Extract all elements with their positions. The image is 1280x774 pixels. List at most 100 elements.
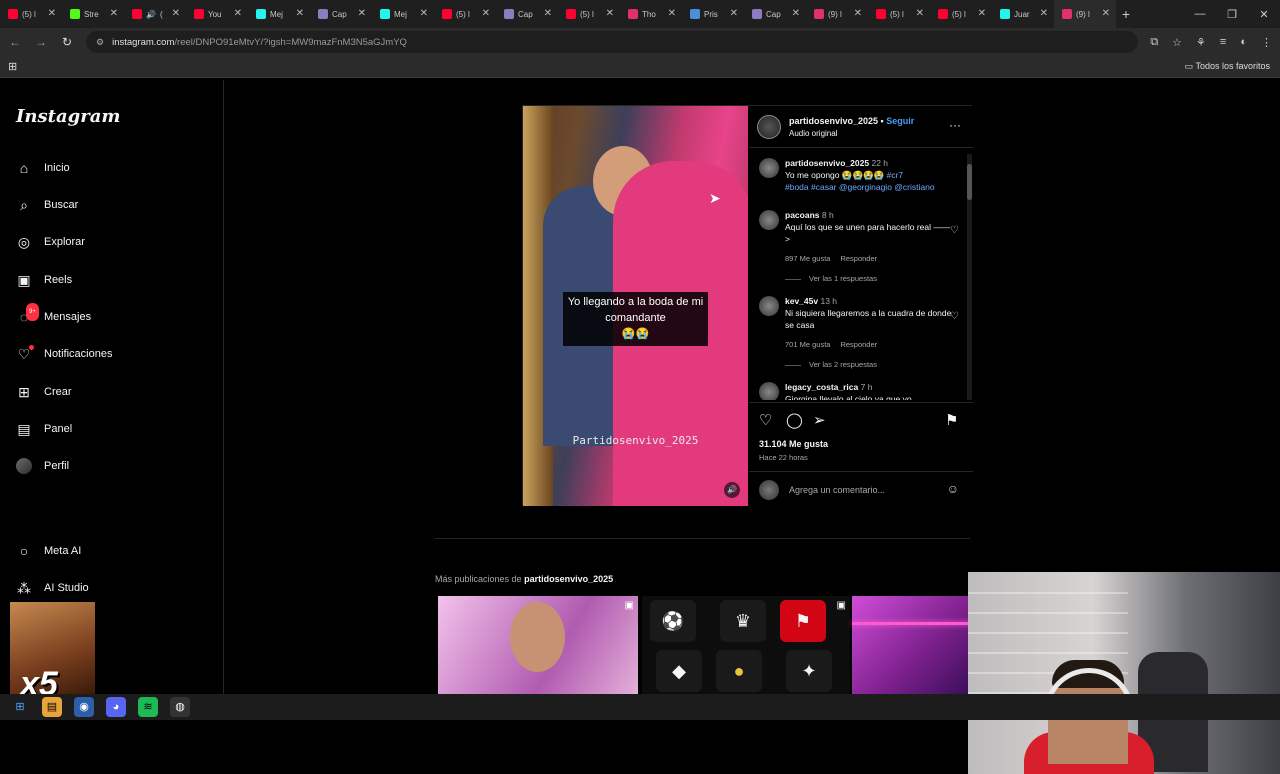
reply-button[interactable]: Responder	[840, 254, 877, 263]
nav-item-explorar[interactable]: ◎ Explorar	[16, 230, 85, 254]
audio-label[interactable]: Audio original	[789, 129, 837, 138]
browser-tab[interactable]: Stre ✕	[62, 0, 124, 28]
close-tab-icon[interactable]: ✕	[606, 8, 614, 19]
more-options-icon[interactable]: ···	[949, 118, 961, 132]
comments-scrollbar[interactable]	[967, 154, 972, 400]
likes-count[interactable]: 31.104 Me gusta	[759, 439, 828, 449]
reel-video[interactable]: Yo llegando a la boda de mi comandante 😭…	[523, 106, 748, 506]
nav-item-buscar[interactable]: ⌕ Buscar	[16, 193, 78, 217]
new-tab-button[interactable]: +	[1116, 6, 1136, 22]
browser-tab[interactable]: (5) l ✕	[868, 0, 930, 28]
nav-item-mensajes[interactable]: ◌ 9+ Mensajes	[16, 303, 91, 329]
menu-icon[interactable]: ⋮	[1261, 36, 1272, 49]
minimize-button[interactable]: —	[1184, 8, 1216, 21]
avatar[interactable]	[759, 158, 779, 178]
site-info-icon[interactable]: ⚙	[96, 37, 104, 48]
browser-tab[interactable]: Pris ✕	[682, 0, 744, 28]
restore-button[interactable]: ❐	[1216, 8, 1248, 21]
nav-item-notificaciones[interactable]: ♡ Notificaciones	[16, 342, 112, 366]
browser-tab[interactable]: Cap ✕	[310, 0, 372, 28]
add-comment-input[interactable]: Agrega un comentario...	[789, 485, 885, 495]
media-icon[interactable]: ≡	[1220, 36, 1226, 49]
browser-tab[interactable]: 🔊(✕	[124, 0, 186, 28]
like-heart-icon[interactable]: ♡	[759, 411, 772, 429]
close-tab-icon[interactable]: ✕	[730, 8, 738, 19]
close-tab-icon[interactable]: ✕	[420, 8, 428, 19]
forward-button[interactable]: →	[34, 35, 48, 49]
close-window-button[interactable]: ✕	[1248, 8, 1280, 21]
browser-tab[interactable]: (9) l ✕	[1054, 0, 1116, 28]
install-app-icon[interactable]: ⧉	[1150, 36, 1158, 49]
post-thumbnail[interactable]: ⚽ ♛ ⚑ ◆ ● ✦ ▣	[642, 596, 850, 694]
comment-username[interactable]: kev_45v	[785, 296, 818, 306]
browser-tab[interactable]: Mej ✕	[372, 0, 434, 28]
reply-button[interactable]: Responder	[840, 340, 877, 349]
apps-grid-icon[interactable]: ⊞	[8, 60, 17, 73]
bookmark-star-icon[interactable]: ☆	[1172, 36, 1182, 49]
share-icon[interactable]: ➢	[813, 411, 826, 429]
taskbar-app-icon[interactable]: ▤	[42, 697, 62, 717]
nav-item-perfil[interactable]: Perfil	[16, 454, 69, 478]
close-tab-icon[interactable]: ✕	[1102, 8, 1110, 19]
view-replies-button[interactable]: Ver las 1 respuestas	[785, 274, 955, 285]
nav-item-meta-ai[interactable]: ○ Meta AI	[16, 539, 82, 563]
comment-likes[interactable]: 897 Me gusta	[785, 254, 830, 263]
emoji-icon[interactable]: ☺	[947, 482, 959, 496]
spotify-icon[interactable]: ≋	[138, 697, 158, 717]
post-thumbnail[interactable]	[852, 596, 970, 694]
comment-likes[interactable]: 701 Me gusta	[785, 340, 830, 349]
discord-icon[interactable]: ◕	[106, 697, 126, 717]
comment-like-heart-icon[interactable]: ♡	[950, 224, 959, 238]
post-thumbnail[interactable]: ▣	[438, 596, 638, 694]
back-button[interactable]: ←	[8, 35, 22, 49]
browser-tab[interactable]: Tho ✕	[620, 0, 682, 28]
close-tab-icon[interactable]: ✕	[48, 8, 56, 19]
close-tab-icon[interactable]: ✕	[1040, 8, 1048, 19]
close-tab-icon[interactable]: ✕	[978, 8, 986, 19]
profile-icon[interactable]: ◐	[1240, 36, 1247, 49]
browser-tab[interactable]: (9) l ✕	[806, 0, 868, 28]
more-posts-username[interactable]: partidosenvivo_2025	[524, 574, 613, 584]
nav-item-reels[interactable]: ▣ Reels	[16, 268, 72, 292]
audio-playing-icon[interactable]: 🔊	[146, 10, 156, 19]
nav-item-panel[interactable]: ▤ Panel	[16, 417, 72, 441]
nav-item-crear[interactable]: ⊞ Crear	[16, 380, 71, 404]
obs-icon[interactable]: ◍	[170, 697, 190, 717]
comment-icon[interactable]: ◯	[786, 411, 803, 429]
nav-item-ai-studio[interactable]: ⁂ AI Studio	[16, 576, 89, 600]
extensions-icon[interactable]: ⚘	[1196, 36, 1206, 49]
comment-username[interactable]: legacy_costa_rica	[785, 382, 858, 392]
close-tab-icon[interactable]: ✕	[668, 8, 676, 19]
browser-tab[interactable]: Juar ✕	[992, 0, 1054, 28]
mute-icon[interactable]: 🔊	[724, 482, 740, 498]
avatar[interactable]	[759, 210, 779, 230]
browser-tab[interactable]: (5) l ✕	[434, 0, 496, 28]
avatar[interactable]	[759, 382, 779, 400]
browser-tab[interactable]: Cap ✕	[744, 0, 806, 28]
close-tab-icon[interactable]: ✕	[544, 8, 552, 19]
browser-tab[interactable]: You ✕	[186, 0, 248, 28]
close-tab-icon[interactable]: ✕	[358, 8, 366, 19]
comment-username[interactable]: pacoans	[785, 210, 820, 220]
browser-tab[interactable]: Mej ✕	[248, 0, 310, 28]
browser-tab[interactable]: (5) l ✕	[0, 0, 62, 28]
close-tab-icon[interactable]: ✕	[482, 8, 490, 19]
browser-tab[interactable]: (5) l ✕	[558, 0, 620, 28]
avatar[interactable]	[759, 296, 779, 316]
browser-tab[interactable]: (5) l ✕	[930, 0, 992, 28]
follow-button[interactable]: Seguir	[886, 116, 914, 126]
hashtags[interactable]: #boda #casar @georginagio @cristiano	[785, 182, 935, 192]
close-tab-icon[interactable]: ✕	[234, 8, 242, 19]
browser-tab[interactable]: Cap ✕	[496, 0, 558, 28]
comment-like-heart-icon[interactable]: ♡	[950, 310, 959, 324]
address-bar[interactable]: ⚙ instagram.com/reel/DNPO91eMtvY/?igsh=M…	[86, 31, 1139, 53]
close-tab-icon[interactable]: ✕	[854, 8, 862, 19]
hashtag[interactable]: #cr7	[887, 170, 904, 180]
view-replies-button[interactable]: Ver las 2 respuestas	[785, 360, 955, 371]
reload-button[interactable]: ↻	[60, 35, 74, 49]
chrome-icon[interactable]: ◉	[74, 697, 94, 717]
nav-item-inicio[interactable]: ⌂ Inicio	[16, 156, 70, 180]
close-tab-icon[interactable]: ✕	[172, 8, 180, 19]
start-icon[interactable]: ⊞	[10, 697, 30, 717]
save-bookmark-icon[interactable]: ⚑	[945, 411, 958, 429]
